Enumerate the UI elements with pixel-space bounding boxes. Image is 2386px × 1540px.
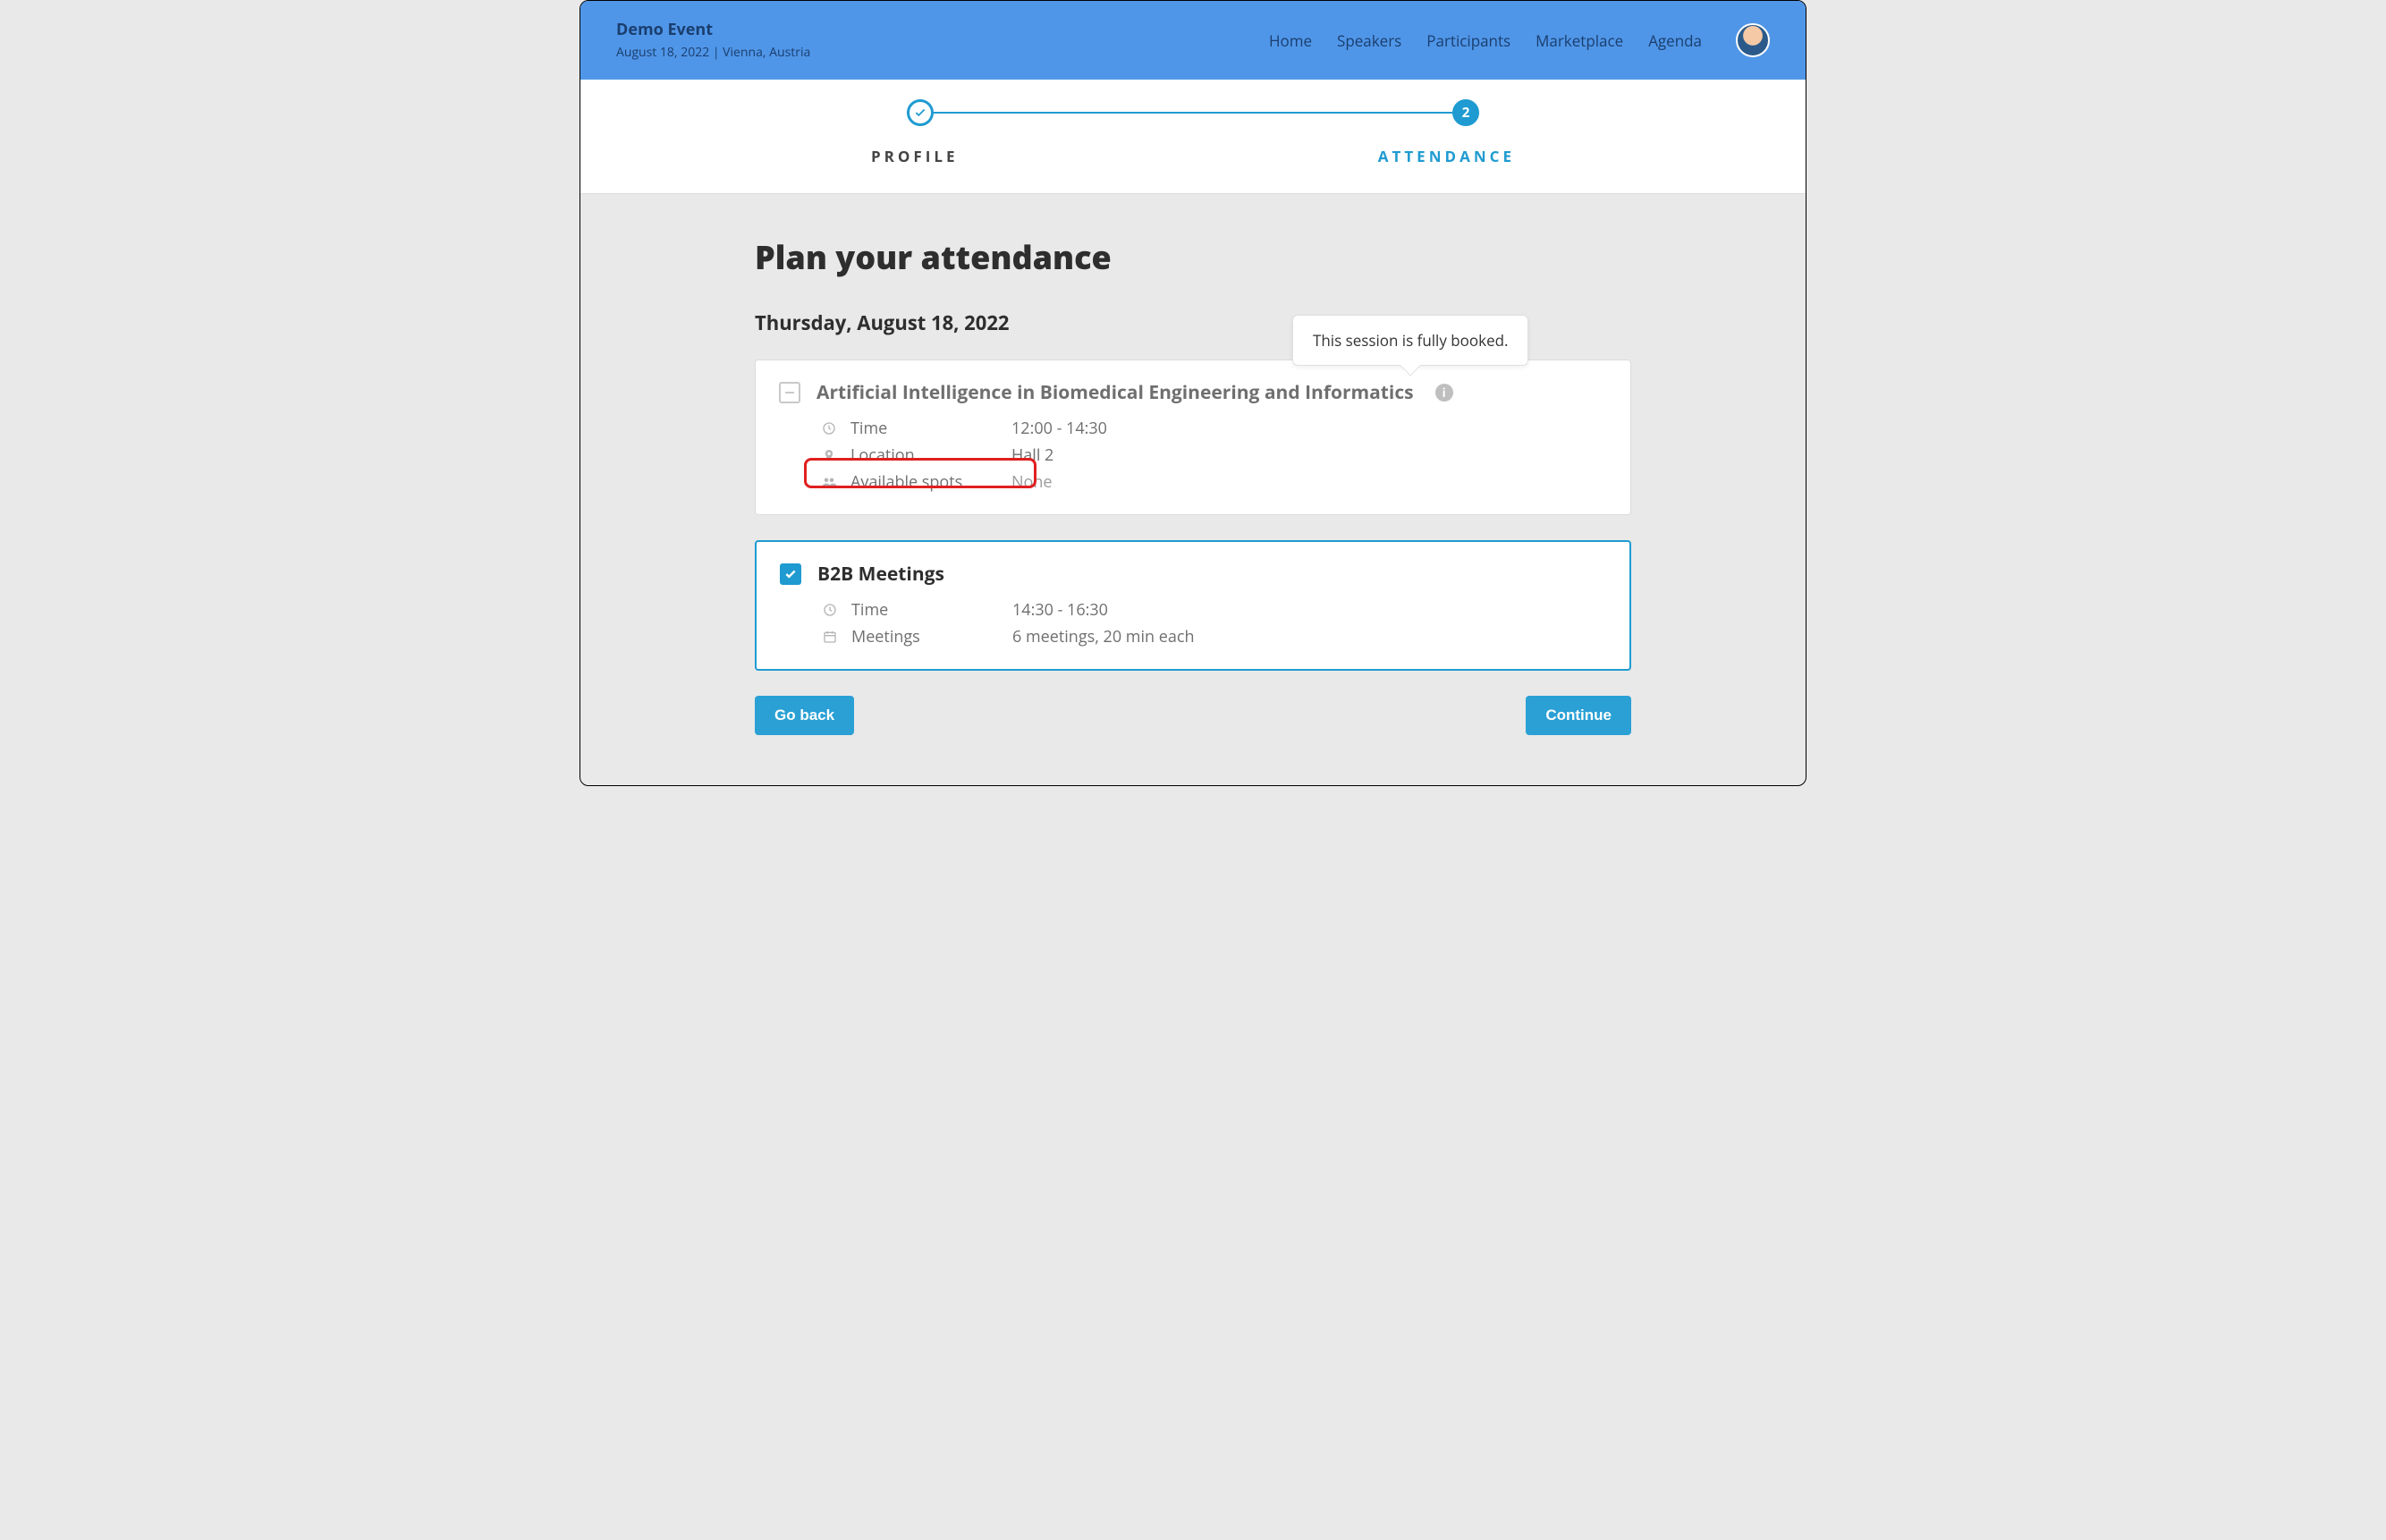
step-attendance-label: ATTENDANCE: [1378, 146, 1515, 166]
time-value: 12:00 - 14:30: [1011, 418, 1607, 439]
step-attendance-circle[interactable]: 2: [1452, 99, 1479, 126]
nav-home[interactable]: Home: [1269, 30, 1312, 51]
go-back-button[interactable]: Go back: [755, 696, 854, 735]
location-value: Hall 2: [1011, 444, 1607, 466]
main-content: Plan your attendance Thursday, August 18…: [755, 194, 1631, 771]
page-title: Plan your attendance: [755, 235, 1631, 279]
step-number: 2: [1462, 104, 1470, 122]
tooltip-text: This session is fully booked.: [1313, 330, 1508, 351]
calendar-icon: [817, 626, 842, 647]
clock-icon: [817, 599, 842, 621]
check-icon: [914, 106, 926, 119]
top-nav: Home Speakers Participants Marketplace A…: [1269, 23, 1770, 57]
spots-label: Available spots: [850, 471, 1003, 493]
continue-button[interactable]: Continue: [1526, 696, 1631, 735]
nav-agenda[interactable]: Agenda: [1648, 30, 1702, 51]
session-card-b2b[interactable]: B2B Meetings Time 14:30 - 16:30 Meetings…: [755, 540, 1631, 671]
event-title: Demo Event: [616, 19, 810, 40]
nav-speakers[interactable]: Speakers: [1337, 30, 1401, 51]
time-value: 14:30 - 16:30: [1012, 599, 1606, 621]
location-label: Location: [850, 444, 1003, 466]
meetings-label: Meetings: [851, 626, 1003, 647]
nav-participants[interactable]: Participants: [1426, 30, 1510, 51]
stepper-line: [934, 112, 1452, 114]
session-checkbox-checked[interactable]: [780, 563, 801, 585]
users-icon: [816, 471, 842, 493]
actions-row: Go back Continue: [755, 696, 1631, 735]
event-subtitle: August 18, 2022 | Vienna, Austria: [616, 44, 810, 61]
pin-icon: [816, 444, 842, 466]
session-title: B2B Meetings: [817, 562, 944, 587]
tooltip-fully-booked: This session is fully booked.: [1292, 315, 1528, 366]
spots-value: None: [1011, 471, 1607, 493]
time-label: Time: [850, 418, 1003, 439]
step-profile-label: PROFILE: [871, 146, 959, 166]
stepper-panel: 2 PROFILE ATTENDANCE: [580, 80, 1806, 194]
session-card-ai-biomedical: Artificial Intelligence in Biomedical En…: [755, 360, 1631, 515]
nav-marketplace[interactable]: Marketplace: [1536, 30, 1623, 51]
session-title: Artificial Intelligence in Biomedical En…: [816, 380, 1414, 405]
session-checkbox-disabled: [779, 382, 800, 403]
check-icon: [784, 568, 797, 580]
event-info: Demo Event August 18, 2022 | Vienna, Aus…: [616, 21, 810, 61]
time-label: Time: [851, 599, 1003, 621]
clock-icon: [816, 418, 842, 439]
avatar[interactable]: [1736, 23, 1770, 57]
meetings-value: 6 meetings, 20 min each: [1012, 626, 1606, 647]
step-profile-circle[interactable]: [907, 99, 934, 126]
info-icon[interactable]: i: [1435, 384, 1453, 402]
header-bar: Demo Event August 18, 2022 | Vienna, Aus…: [580, 1, 1806, 80]
